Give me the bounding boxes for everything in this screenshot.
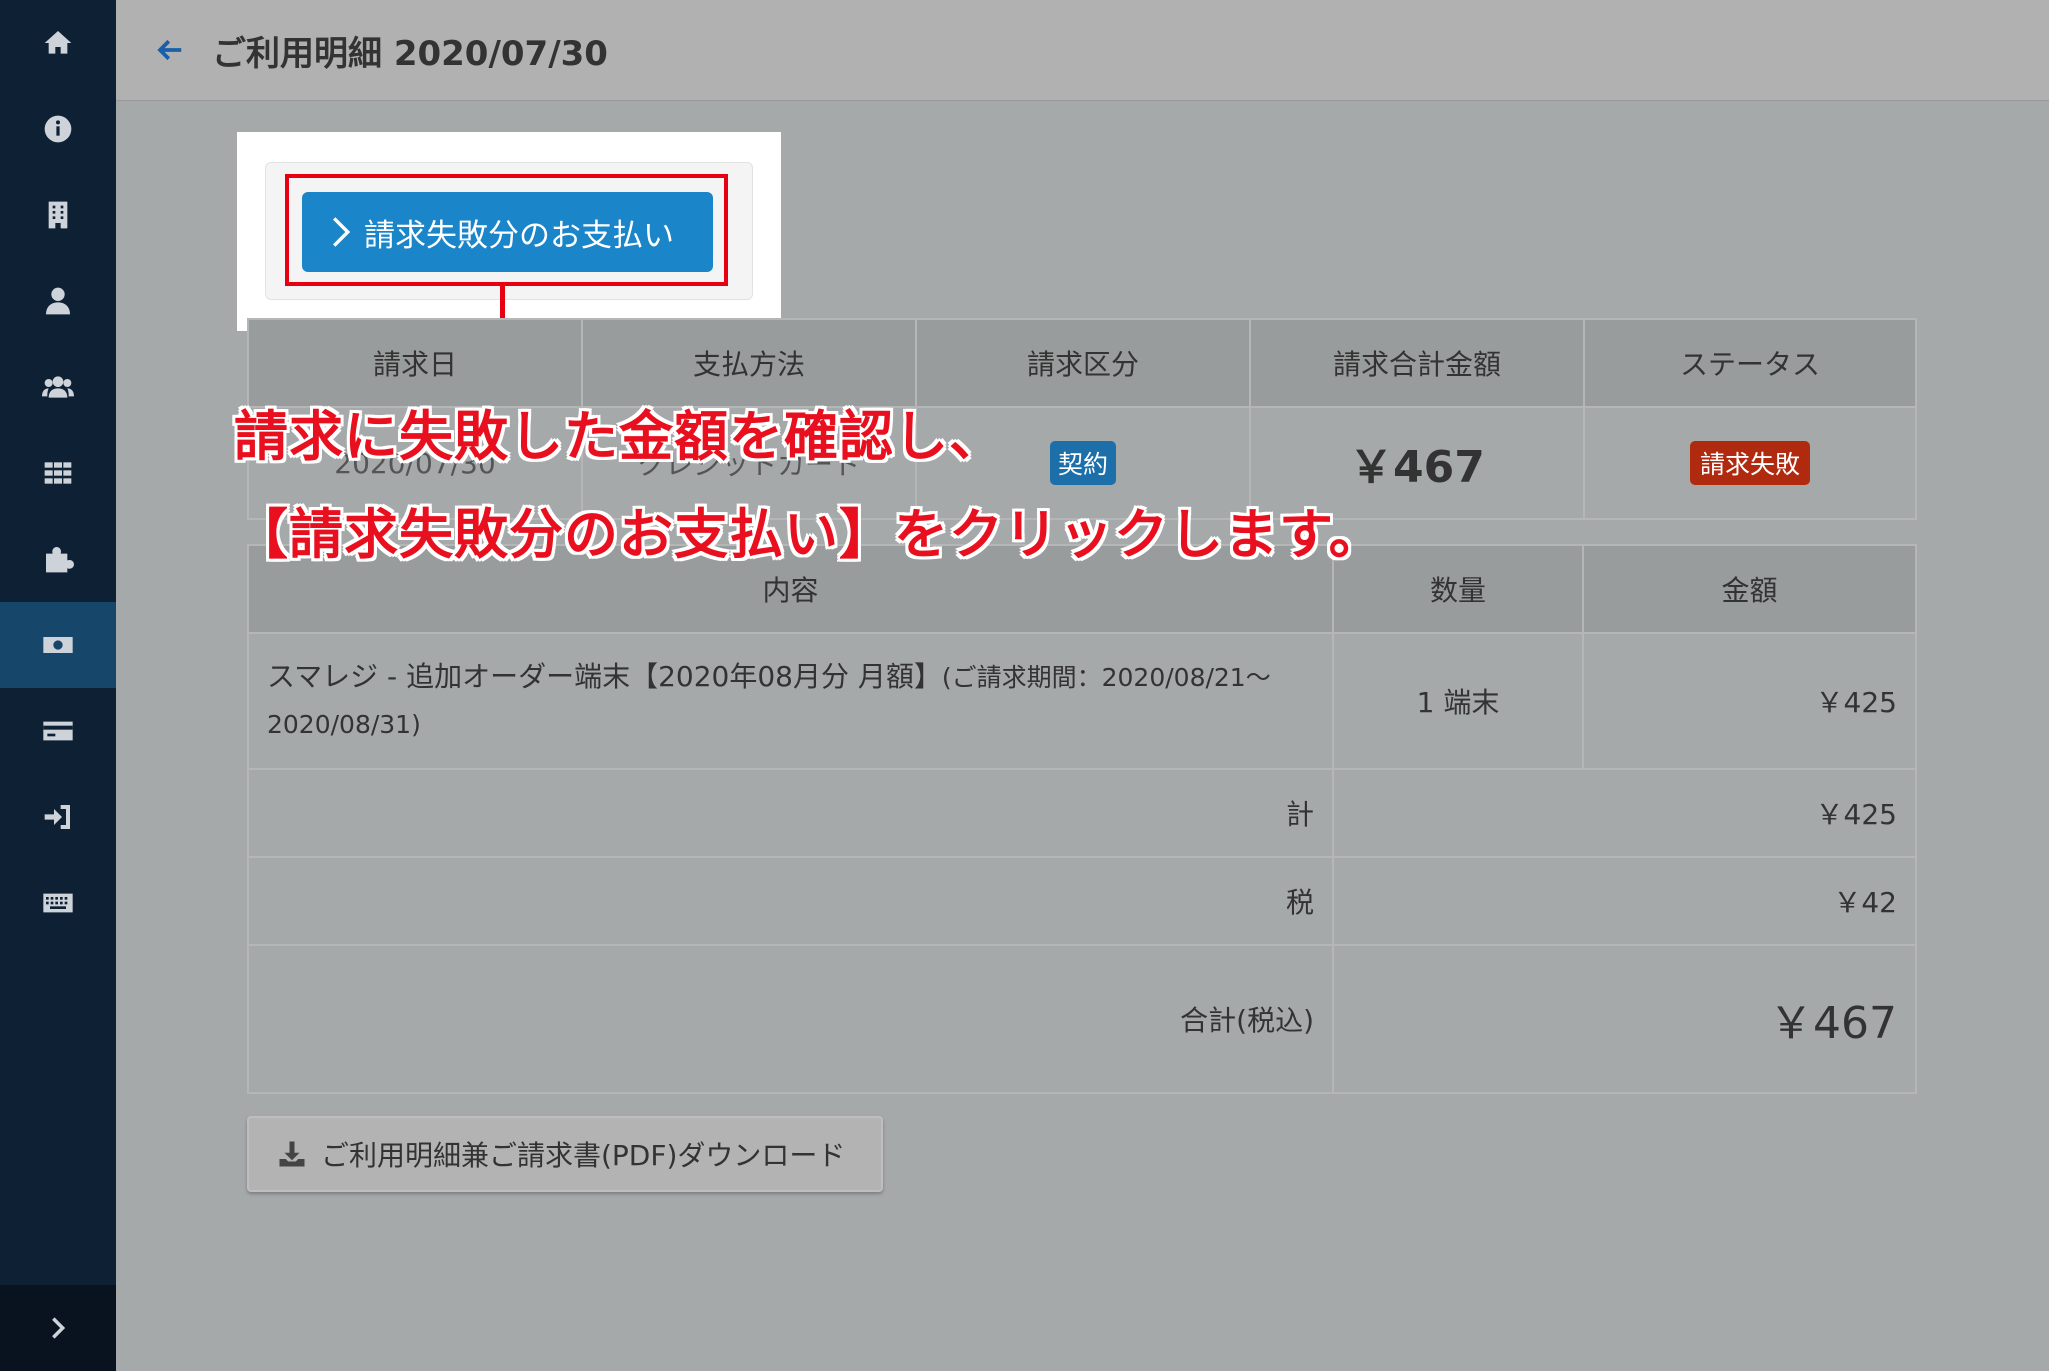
tax-label: 税 [247,856,1334,946]
item-description-period-end: 2020/08/31) [267,710,421,739]
table-row: スマレジ - 追加オーダー端末【2020年08月分 月額】(ご請求期間：2020… [247,632,1917,770]
status-badge: 請求失敗 [1689,441,1810,485]
item-amount: ￥425 [1582,632,1917,770]
credit-card-icon [43,721,73,741]
category-badge: 契約 [1049,441,1116,485]
download-icon [279,1141,305,1167]
item-description-period: (ご請求期間：2020/08/21～ [941,663,1271,692]
item-description: スマレジ - 追加オーダー端末【2020年08月分 月額】(ご請求期間：2020… [247,632,1334,770]
arrow-left-icon [157,39,182,61]
users-icon [42,376,74,398]
header-status: ステータス [1583,318,1917,408]
sidebar-expand-button[interactable] [0,1285,116,1371]
sidebar-item-home[interactable] [0,0,116,86]
billing-detail-table: 内容 数量 金額 スマレジ - 追加オーダー端末【2020年08月分 月額】(ご… [247,544,1917,1094]
download-invoice-pdf-button[interactable]: ご利用明細兼ご請求書(PDF)ダウンロード [247,1116,883,1192]
puzzle-icon [46,547,74,573]
sidebar [0,0,116,1371]
building-icon [48,201,68,229]
item-quantity: 1 端末 [1332,632,1584,770]
tax-value: ￥42 [1332,856,1917,946]
sidebar-item-login[interactable] [0,774,116,860]
annotation-text-line2: 【請求失敗分のお支払い】をクリックします。 [234,503,1384,566]
sidebar-item-keyboard[interactable] [0,860,116,946]
user-icon [46,287,70,315]
sidebar-item-store[interactable] [0,172,116,258]
sidebar-item-apps[interactable] [0,430,116,516]
download-invoice-label: ご利用明細兼ご請求書(PDF)ダウンロード [321,1139,846,1172]
sidebar-item-staff[interactable] [0,344,116,430]
subtotal-value: ￥425 [1332,768,1917,858]
header-amount: 金額 [1582,544,1917,634]
sidebar-item-billing[interactable] [0,602,116,688]
keyboard-icon [43,893,73,913]
tax-row: 税 ￥42 [247,856,1917,946]
page-title: ご利用明細 2020/07/30 [212,33,608,74]
sidebar-item-user[interactable] [0,258,116,344]
annotation-highlight-frame [285,174,728,286]
grand-total-label: 合計(税込) [247,944,1334,1094]
grand-total-row: 合計(税込) ￥467 [247,944,1917,1094]
back-button[interactable] [140,20,200,80]
grand-total-cell: ￥467 [1332,944,1917,1094]
status-cell: 請求失敗 [1583,406,1917,520]
sidebar-item-payment[interactable] [0,688,116,774]
sidebar-item-addons[interactable] [0,516,116,602]
apps-grid-icon [44,462,72,484]
chevron-right-icon [52,1317,66,1339]
subtotal-label: 計 [247,768,1334,858]
sign-in-icon [44,805,70,829]
subtotal-row: 計 ￥425 [247,768,1917,858]
info-icon [44,115,72,143]
billing-total: ￥467 [1349,442,1485,493]
sidebar-item-info[interactable] [0,86,116,172]
annotation-text-line1: 請求に失敗した金額を確認し、 [234,405,1004,468]
item-description-main: スマレジ - 追加オーダー端末【2020年08月分 月額】 [267,660,942,693]
header-billing-total: 請求合計金額 [1249,318,1585,408]
grand-total-value: ￥467 [1769,998,1897,1049]
home-icon [44,31,72,54]
page-header: ご利用明細 2020/07/30 [116,0,2049,101]
money-bill-icon [43,637,73,653]
